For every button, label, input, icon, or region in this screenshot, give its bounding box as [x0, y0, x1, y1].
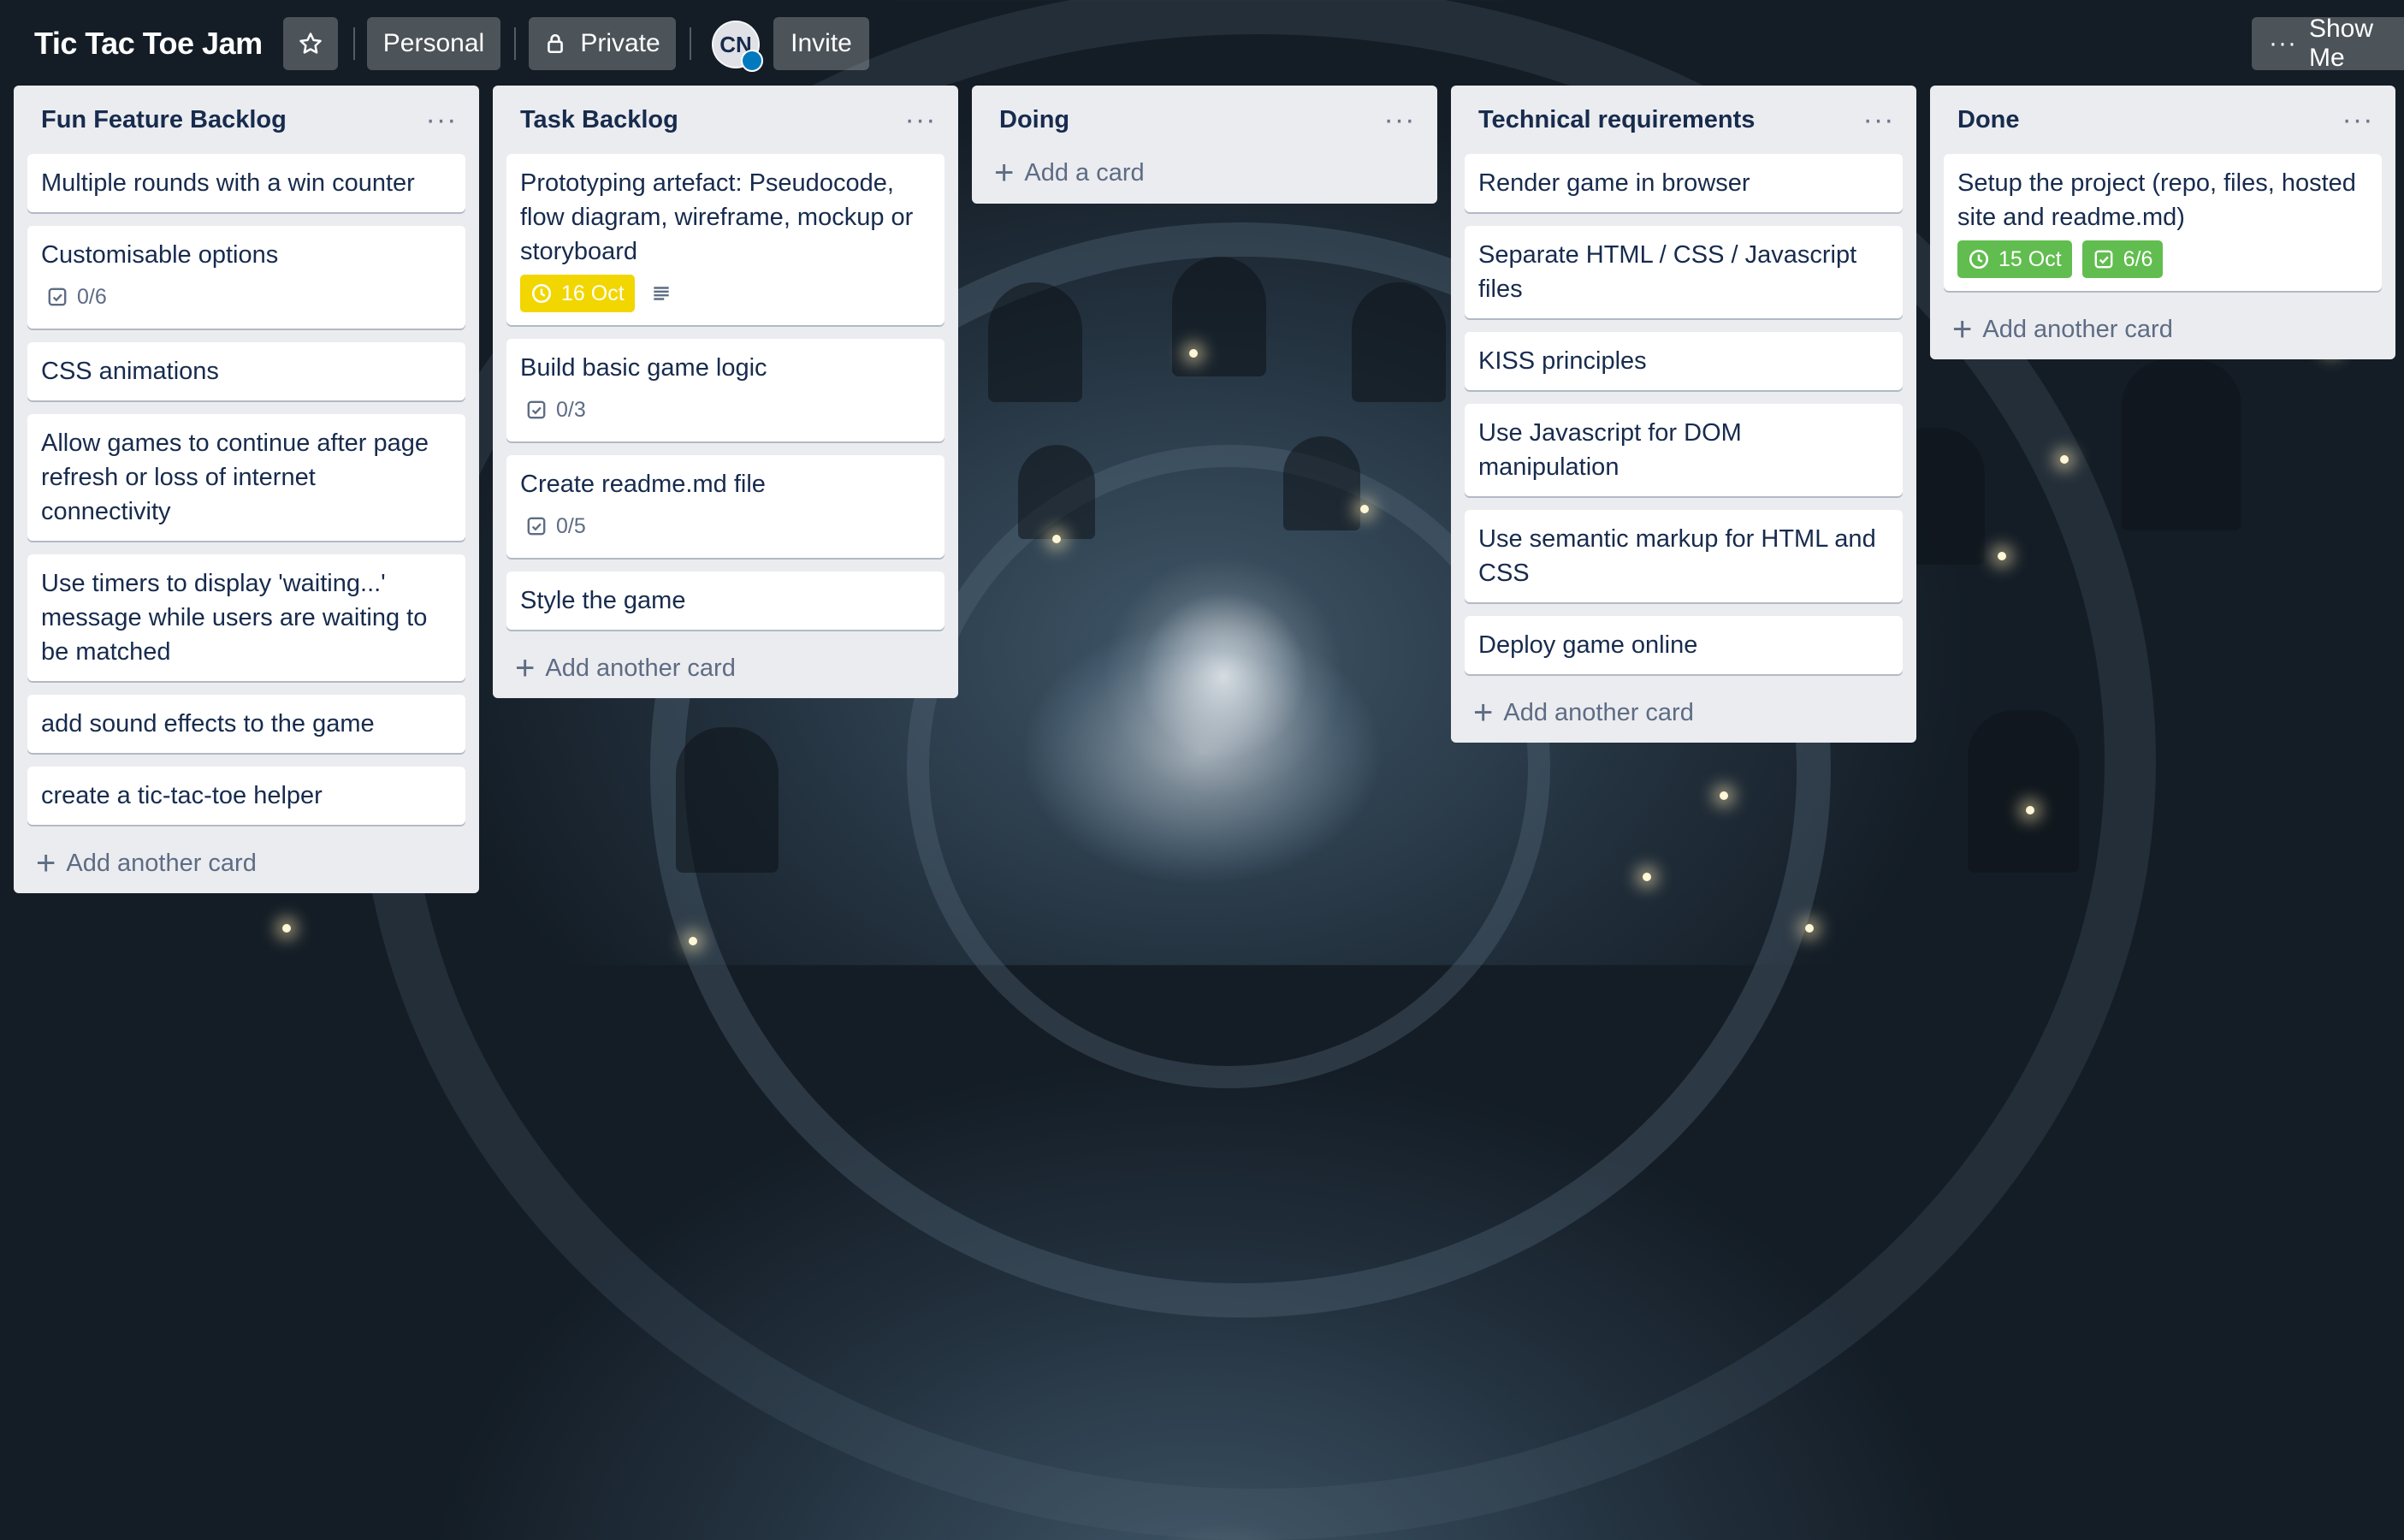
list-menu-icon[interactable]: ··· — [902, 101, 939, 139]
card[interactable]: Render game in browser — [1465, 154, 1903, 212]
list-title[interactable]: Technical requirements — [1478, 106, 1755, 134]
checklist-icon — [48, 287, 67, 306]
card-title: Use timers to display 'waiting...' messa… — [41, 570, 428, 666]
list-doing: Doing ··· + Add a card — [972, 86, 1437, 204]
checklist-badge: 0/6 — [41, 278, 117, 316]
more-icon: ··· — [2269, 29, 2297, 57]
star-icon — [299, 33, 322, 54]
plus-icon: + — [994, 154, 1015, 192]
card[interactable]: Deploy game online — [1465, 616, 1903, 674]
header-divider — [514, 27, 516, 60]
card[interactable]: CSS animations — [27, 342, 465, 400]
card[interactable]: Multiple rounds with a win counter — [27, 154, 465, 212]
card[interactable]: Style the game — [506, 572, 944, 630]
list-header: Done ··· — [1944, 86, 2382, 154]
checklist-badge: 0/3 — [520, 391, 596, 429]
show-menu-label: Show Me — [2308, 15, 2374, 72]
list-fun-feature-backlog: Fun Feature Backlog ··· Multiple rounds … — [14, 86, 479, 893]
checklist-icon — [527, 400, 546, 419]
card[interactable]: KISS principles — [1465, 332, 1903, 390]
card-title: Separate HTML / CSS / Javascript files — [1478, 241, 1857, 303]
card[interactable]: Use Javascript for DOM manipulation — [1465, 404, 1903, 496]
clock-icon — [1969, 249, 1989, 270]
header-divider — [690, 27, 691, 60]
card-title: Render game in browser — [1478, 169, 1750, 197]
privacy-button[interactable]: Private — [529, 17, 676, 70]
star-board-button[interactable] — [283, 17, 338, 70]
invite-button[interactable]: Invite — [773, 17, 869, 70]
card-title: Create readme.md file — [520, 471, 766, 498]
card[interactable]: Customisable options 0/6 — [27, 226, 465, 329]
card-title: Style the game — [520, 587, 686, 614]
card-title: Setup the project (repo, files, hosted s… — [1957, 169, 2356, 231]
plus-icon: + — [1952, 311, 1973, 348]
card-title: Multiple rounds with a win counter — [41, 169, 415, 197]
team-visibility-button[interactable]: Personal — [367, 17, 500, 70]
lock-icon — [548, 33, 564, 54]
avatar[interactable]: CN — [712, 21, 763, 72]
card-title: Deploy game online — [1478, 631, 1698, 659]
add-card-button[interactable]: + Add another card — [1465, 683, 1903, 743]
clock-icon — [531, 283, 552, 304]
card[interactable]: Use semantic markup for HTML and CSS — [1465, 510, 1903, 602]
list-title[interactable]: Fun Feature Backlog — [41, 106, 287, 134]
header-divider — [353, 27, 355, 60]
list-done: Done ··· Setup the project (repo, files,… — [1930, 86, 2395, 359]
list-title[interactable]: Task Backlog — [520, 106, 678, 134]
list-technical-requirements: Technical requirements ··· Render game i… — [1451, 86, 1916, 743]
board-header: Tic Tac Toe Jam Personal Private CN Invi… — [0, 0, 2404, 86]
card-title: Build basic game logic — [520, 354, 767, 382]
list-title[interactable]: Done — [1957, 106, 2020, 134]
personal-label: Personal — [382, 29, 485, 57]
checklist-icon — [527, 517, 546, 536]
checklist-icon — [2094, 250, 2113, 269]
card-title: Allow games to continue after page refre… — [41, 429, 429, 525]
card[interactable]: Prototyping artefact: Pseudocode, flow d… — [506, 154, 944, 325]
plus-icon: + — [36, 844, 56, 882]
card[interactable]: Separate HTML / CSS / Javascript files — [1465, 226, 1903, 318]
list-menu-icon[interactable]: ··· — [1860, 101, 1898, 139]
add-card-button[interactable]: + Add another card — [1944, 299, 2382, 359]
card[interactable]: Allow games to continue after page refre… — [27, 414, 465, 541]
private-label: Private — [580, 29, 660, 57]
card-title: create a tic-tac-toe helper — [41, 782, 323, 809]
card[interactable]: Build basic game logic 0/3 — [506, 339, 944, 441]
due-date-badge[interactable]: 16 Oct — [520, 275, 635, 312]
description-badge — [645, 275, 691, 312]
card[interactable]: Setup the project (repo, files, hosted s… — [1944, 154, 2382, 291]
add-card-button[interactable]: + Add a card — [986, 142, 1424, 204]
card-title: Use semantic markup for HTML and CSS — [1478, 525, 1876, 587]
plus-icon: + — [1473, 694, 1494, 732]
card[interactable]: create a tic-tac-toe helper — [27, 767, 465, 825]
invite-label: Invite — [790, 29, 852, 57]
card-title: Prototyping artefact: Pseudocode, flow d… — [520, 169, 914, 265]
add-card-button[interactable]: + Add another card — [506, 638, 944, 698]
card[interactable]: add sound effects to the game — [27, 695, 465, 753]
plus-icon: + — [515, 649, 536, 687]
card-title: KISS principles — [1478, 347, 1647, 375]
show-menu-button[interactable]: ··· Show Me — [2252, 15, 2404, 72]
list-task-backlog: Task Backlog ··· Prototyping artefact: P… — [493, 86, 958, 698]
list-header: Fun Feature Backlog ··· — [27, 86, 465, 154]
card[interactable]: Use timers to display 'waiting...' messa… — [27, 554, 465, 681]
list-menu-icon[interactable]: ··· — [2339, 101, 2377, 139]
checklist-badge: 0/5 — [520, 507, 596, 545]
list-header: Technical requirements ··· — [1465, 86, 1903, 154]
card-title: add sound effects to the game — [41, 710, 375, 737]
list-menu-icon[interactable]: ··· — [423, 101, 460, 139]
card-title: CSS animations — [41, 358, 219, 385]
card-title: Use Javascript for DOM manipulation — [1478, 419, 1742, 481]
description-icon — [653, 287, 669, 300]
add-card-button[interactable]: + Add another card — [27, 833, 465, 893]
card-title: Customisable options — [41, 241, 279, 269]
due-date-badge[interactable]: 15 Oct — [1957, 240, 2072, 278]
checklist-badge: 6/6 — [2081, 240, 2164, 278]
admin-badge-icon — [741, 50, 763, 72]
list-menu-icon[interactable]: ··· — [1381, 101, 1418, 139]
list-title[interactable]: Doing — [999, 106, 1069, 134]
card[interactable]: Create readme.md file 0/5 — [506, 455, 944, 558]
board-title[interactable]: Tic Tac Toe Jam — [34, 19, 263, 68]
list-header: Task Backlog ··· — [506, 86, 944, 154]
